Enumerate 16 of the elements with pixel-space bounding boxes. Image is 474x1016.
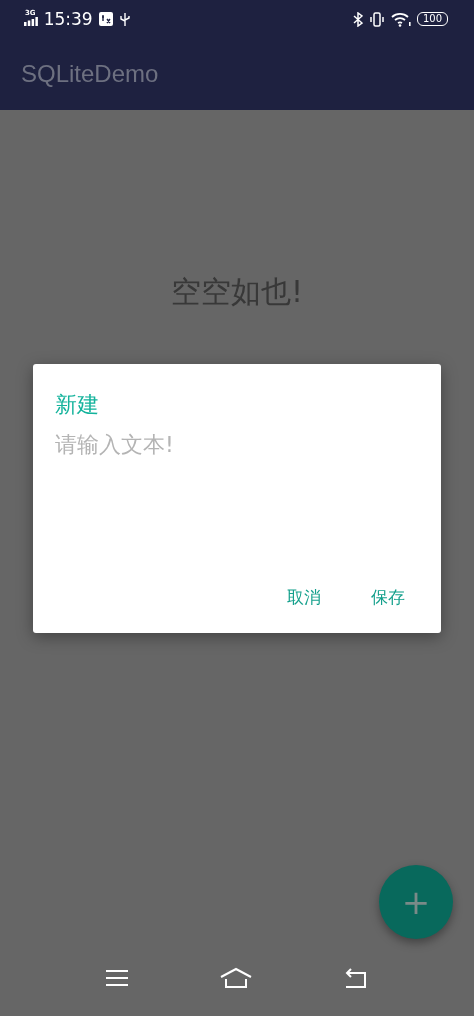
bluetooth-icon — [352, 11, 363, 27]
cancel-button[interactable]: 取消 — [273, 580, 335, 615]
menu-icon[interactable] — [105, 969, 129, 987]
signal-icon — [23, 17, 38, 26]
usb-icon — [118, 11, 131, 27]
app-title: SQLiteDemo — [21, 60, 159, 88]
wifi-icon — [390, 11, 411, 27]
input-field[interactable]: 请输入文本! — [55, 432, 419, 457]
vibrate-icon — [368, 11, 385, 27]
battery-indicator: 100 — [416, 12, 448, 26]
save-button[interactable]: 保存 — [357, 580, 419, 615]
dialog-title: 新建 — [55, 391, 100, 419]
home-icon[interactable] — [219, 967, 253, 989]
back-icon[interactable] — [343, 967, 369, 989]
clock: 15:39 — [43, 9, 93, 29]
add-button[interactable]: + — [379, 865, 453, 939]
